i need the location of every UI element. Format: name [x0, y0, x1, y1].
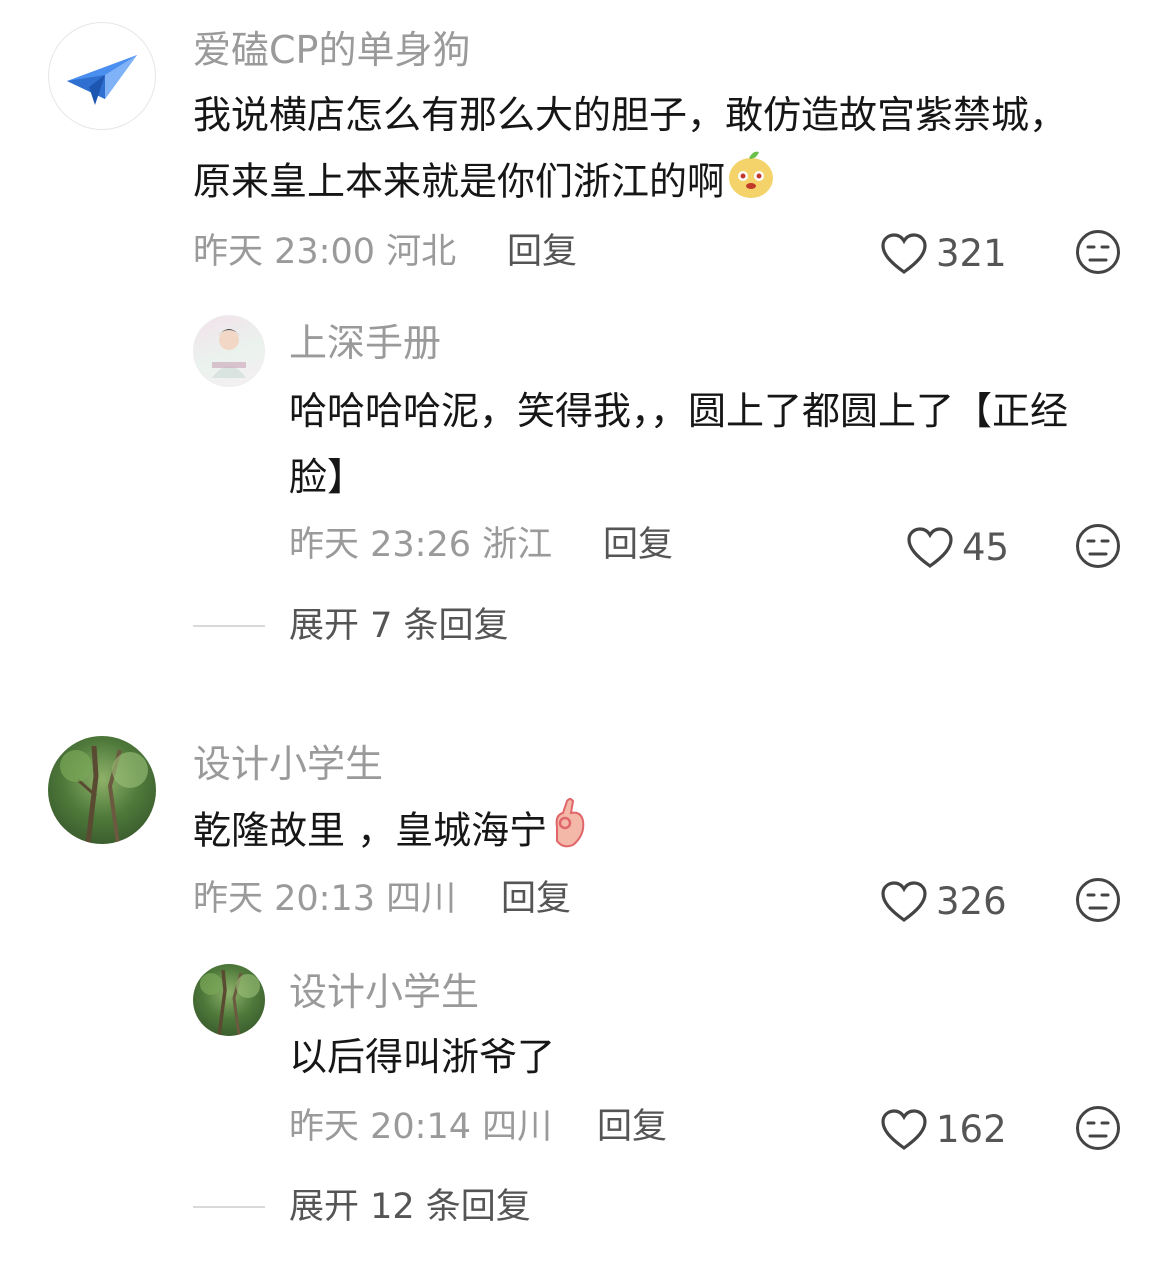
unamused-face-icon	[1076, 524, 1120, 568]
avatar[interactable]	[193, 315, 265, 387]
comment-text: 我说横店怎么有那么大的胆子，敢仿造故宫紫禁城，原来皇上本来就是你们浙江的啊	[193, 82, 1093, 220]
reply-text: 以后得叫浙爷了	[289, 1035, 556, 1079]
comment-time: 昨天 20:13	[193, 879, 375, 919]
reply-location: 四川	[482, 1107, 553, 1147]
avatar[interactable]	[48, 22, 156, 130]
reply-location: 浙江	[482, 525, 553, 565]
heart-icon	[881, 1109, 927, 1150]
ok-hand-emoji	[547, 797, 591, 869]
comment-username[interactable]: 爱磕CP的单身狗	[193, 27, 470, 73]
avatar[interactable]	[48, 736, 156, 844]
unamused-face-icon	[1076, 878, 1120, 922]
reply-username[interactable]: 上深手册	[289, 320, 441, 366]
reply-time: 昨天 23:26	[289, 525, 471, 565]
reply-time: 昨天 20:14	[289, 1107, 471, 1147]
like-count: 45	[962, 526, 1010, 569]
reply-username[interactable]: 设计小学生	[289, 969, 479, 1015]
reply-meta: 昨天 20:14 四川	[289, 1105, 552, 1149]
comment-location: 河北	[386, 232, 457, 272]
like-button[interactable]: 45	[906, 526, 1009, 570]
like-button[interactable]: 162	[880, 1108, 1007, 1152]
like-count: 321	[936, 232, 1007, 275]
like-button[interactable]: 326	[880, 880, 1007, 924]
forest-photo-avatar	[60, 745, 148, 844]
reply-button[interactable]: 回复	[507, 230, 577, 274]
dislike-button[interactable]	[1075, 877, 1121, 923]
avatar[interactable]	[193, 964, 265, 1036]
comment-body: 乾隆故里 ，皇城海宁	[193, 808, 548, 853]
heart-icon	[907, 527, 953, 568]
like-count: 162	[936, 1108, 1007, 1151]
divider	[193, 1206, 265, 1208]
dislike-button[interactable]	[1075, 1105, 1121, 1151]
comment-body: 我说横店怎么有那么大的胆子，敢仿造故宫紫禁城，原来皇上本来就是你们浙江的啊	[193, 93, 1068, 204]
unamused-face-icon	[1076, 230, 1120, 274]
divider	[193, 625, 265, 627]
dislike-button[interactable]	[1075, 229, 1121, 275]
heart-icon	[881, 881, 927, 922]
forest-photo-avatar	[200, 969, 260, 1036]
paper-plane-icon	[67, 55, 137, 105]
mango-face-emoji	[725, 148, 777, 220]
comment-text: 乾隆故里 ，皇城海宁	[193, 797, 1093, 869]
like-button[interactable]: 321	[880, 232, 1007, 276]
unamused-face-icon	[1076, 1106, 1120, 1150]
reply-button[interactable]: 回复	[501, 877, 571, 921]
comment-location: 四川	[386, 879, 457, 919]
reply-button[interactable]: 回复	[597, 1105, 667, 1149]
comment-meta: 昨天 23:00 河北	[193, 230, 456, 274]
costume-portrait-avatar	[212, 329, 246, 378]
comment-meta: 昨天 20:13 四川	[193, 877, 456, 921]
comment-time: 昨天 23:00	[193, 232, 375, 272]
reply-meta: 昨天 23:26 浙江	[289, 523, 552, 567]
heart-icon	[881, 233, 927, 274]
reply-text: 哈哈哈哈泥，笑得我，，圆上了都圆上了【正经脸】	[289, 389, 1069, 499]
expand-replies-button[interactable]: 展开 12 条回复	[289, 1185, 531, 1229]
comment-username[interactable]: 设计小学生	[193, 741, 383, 787]
dislike-button[interactable]	[1075, 523, 1121, 569]
reply-button[interactable]: 回复	[603, 523, 673, 567]
like-count: 326	[936, 880, 1007, 923]
expand-replies-button[interactable]: 展开 7 条回复	[289, 604, 509, 648]
